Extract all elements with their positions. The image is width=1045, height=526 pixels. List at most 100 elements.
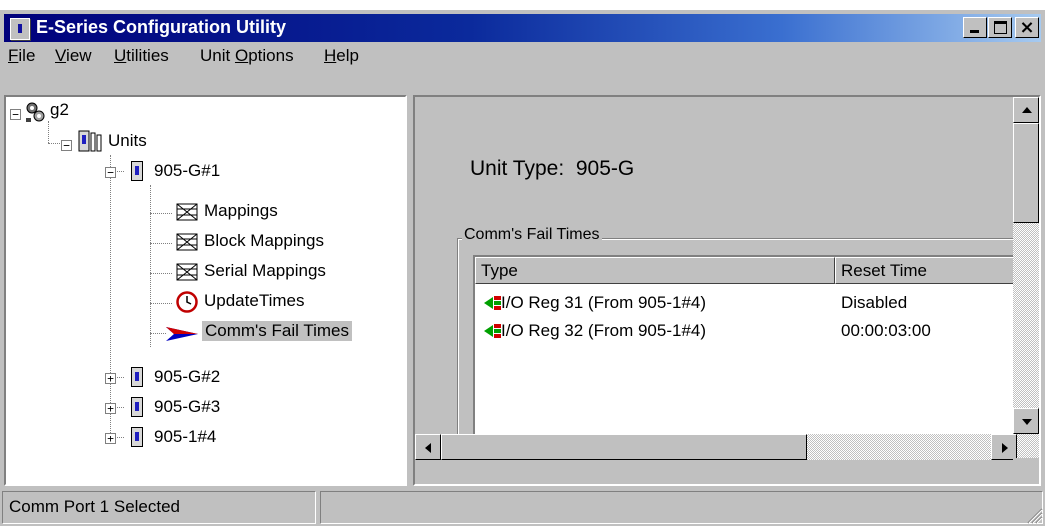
tree-line (150, 303, 172, 304)
menu-unit-options-label: ptions (248, 46, 294, 65)
close-icon: × (1019, 17, 1035, 38)
scroll-right-button[interactable] (991, 434, 1017, 460)
menu-view-accesskey: V (55, 46, 67, 65)
row-reset-time-cell: 00:00:03:00 (841, 321, 931, 340)
network-gear-icon (26, 102, 45, 122)
tree-line (150, 333, 166, 334)
tree-unit4-label[interactable]: 905-1#4 (154, 427, 216, 447)
menu-utilities-accesskey: U (114, 46, 127, 65)
row-type-cell: I/O Reg 31 (From 905-1#4) (501, 293, 707, 312)
tree-mappings-label[interactable]: Mappings (204, 201, 278, 221)
menu-view-label: iew (66, 46, 92, 65)
status-bar: Comm Port 1 Selected (0, 487, 1045, 526)
scrollbar-corner (1013, 458, 1039, 484)
detail-content: Unit Type: 905-G Comm's Fail Times Type … (417, 99, 1013, 460)
tree-unit1-label[interactable]: 905-G#1 (154, 161, 220, 181)
vertical-scrollbar[interactable] (1013, 97, 1039, 460)
menu-file-label: ile (18, 46, 36, 65)
unit-type-text: Unit Type: 905-G (470, 157, 634, 181)
tree-line (150, 273, 172, 274)
collapse-root-toggle[interactable]: − (10, 109, 21, 120)
collapse-units-toggle[interactable]: − (61, 140, 72, 151)
expand-unit3-toggle[interactable]: + (105, 403, 116, 414)
tree-line (150, 185, 151, 347)
units-rack-icon (78, 130, 102, 152)
minimize-button[interactable] (963, 17, 987, 38)
menu-utilities-label: tilities (126, 46, 169, 65)
menu-utilities[interactable]: Utilities (114, 46, 169, 66)
window-controls: × (962, 17, 1039, 39)
column-header-type[interactable]: Type (475, 257, 835, 284)
detail-pane: Unit Type: 905-G Comm's Fail Times Type … (413, 95, 1041, 486)
tree-comms-fail-times-label[interactable]: Comm's Fail Times (202, 321, 352, 341)
unit-device-icon (131, 367, 143, 387)
column-header-reset-time[interactable]: Reset Time (835, 257, 1013, 284)
vertical-scroll-thumb[interactable] (1013, 123, 1039, 223)
clock-icon (176, 291, 198, 313)
horizontal-scroll-thumb[interactable] (441, 434, 807, 460)
unit-type-value: 905-G (575, 157, 635, 180)
tree-block-mappings-label[interactable]: Block Mappings (204, 231, 324, 251)
arrow-down-icon (1022, 419, 1032, 425)
tree-line (150, 243, 172, 244)
unit-device-icon (131, 161, 143, 181)
mapping-grid-icon (176, 233, 198, 251)
menu-help[interactable]: Help (324, 46, 359, 66)
groupbox-title: Comm's Fail Times (462, 226, 602, 244)
maximize-button[interactable] (988, 17, 1012, 38)
mapping-grid-icon (176, 263, 198, 281)
title-bar[interactable]: E-Series Configuration Utility × (4, 14, 1041, 42)
menu-bar: File View Utilities Unit Options Help (4, 43, 1041, 70)
expand-unit4-toggle[interactable]: + (105, 433, 116, 444)
io-register-icon (484, 324, 501, 338)
tree-line (150, 213, 172, 214)
status-panel-secondary (320, 491, 1043, 524)
minimize-icon (970, 30, 979, 33)
column-header-reset-time-label: Reset Time (841, 261, 927, 280)
horizontal-scrollbar[interactable] (415, 434, 1017, 460)
window-title: E-Series Configuration Utility (36, 17, 287, 37)
menu-unit-options-accesskey: O (234, 46, 249, 65)
unit-type-label: Unit Type: (470, 157, 565, 180)
menu-file-accesskey: F (8, 46, 19, 65)
app-window: E-Series Configuration Utility × File Vi… (0, 10, 1045, 526)
row-reset-time-cell: Disabled (841, 293, 908, 312)
tree-units-label[interactable]: Units (108, 131, 147, 151)
arrow-right-icon (1002, 443, 1008, 453)
table-row[interactable]: I/O Reg 32 (From 905-1#4) 00:00:03:00 (475, 318, 1013, 346)
tree-view[interactable]: − g2 − Units − 905-G#1 Mappings Block Ma… (4, 95, 407, 486)
tree-update-times-label[interactable]: UpdateTimes (204, 291, 304, 311)
red-blue-arrow-icon (166, 327, 198, 341)
status-panel-message: Comm Port 1 Selected (2, 491, 316, 524)
tree-root-label[interactable]: g2 (50, 100, 69, 120)
close-button[interactable]: × (1015, 17, 1039, 38)
tree-line (110, 155, 111, 437)
expand-unit2-toggle[interactable]: + (105, 373, 116, 384)
resize-grip-icon[interactable] (1025, 506, 1043, 524)
scroll-left-button[interactable] (415, 434, 441, 460)
table-row[interactable]: I/O Reg 31 (From 905-1#4) Disabled (475, 290, 1013, 318)
status-message: Comm Port 1 Selected (9, 497, 181, 516)
menu-view[interactable]: View (55, 46, 92, 66)
tree-unit2-label[interactable]: 905-G#2 (154, 367, 220, 387)
tree-unit3-label[interactable]: 905-G#3 (154, 397, 220, 417)
menu-unit-options[interactable]: Unit Options (200, 46, 294, 66)
comms-fail-list[interactable]: Type Reset Time I/O Reg 31 (From 905-1#4… (473, 255, 1013, 460)
mapping-grid-icon (176, 203, 198, 221)
menu-unit-options-prefix: Unit (200, 46, 235, 65)
scroll-up-button[interactable] (1013, 97, 1039, 123)
scroll-down-button[interactable] (1013, 408, 1039, 434)
menu-help-label: elp (336, 46, 359, 65)
menu-help-accesskey: H (324, 46, 337, 65)
maximize-icon (994, 21, 1007, 34)
menu-file[interactable]: File (8, 46, 35, 66)
app-icon[interactable] (10, 18, 30, 40)
collapse-unit1-toggle[interactable]: − (105, 167, 116, 178)
column-header-type-label: Type (481, 261, 518, 280)
arrow-up-icon (1022, 107, 1032, 113)
row-type-cell: I/O Reg 32 (From 905-1#4) (501, 321, 707, 340)
arrow-left-icon (425, 443, 431, 453)
unit-device-icon (131, 397, 143, 417)
unit-device-icon (131, 427, 143, 447)
tree-serial-mappings-label[interactable]: Serial Mappings (204, 261, 326, 281)
